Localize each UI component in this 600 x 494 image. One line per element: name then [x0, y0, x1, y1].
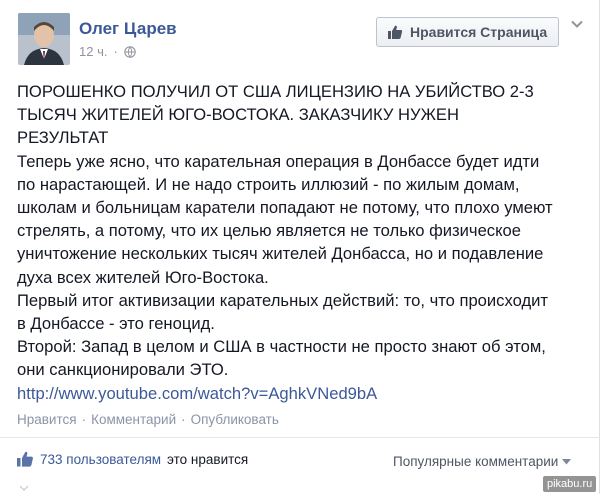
- like-action[interactable]: Нравится: [17, 412, 77, 427]
- body-line: они санкционировали ЭТО.: [17, 360, 229, 380]
- post-actions: Нравится · Комментарий · Опубликовать: [17, 412, 279, 427]
- caret-down-icon: [562, 458, 572, 464]
- facebook-post-card: Олег Царев 12 ч. · Нравится Страница ПОР…: [0, 0, 600, 494]
- action-separator: ·: [181, 412, 186, 427]
- comment-sort-dropdown[interactable]: Популярные комментарии: [393, 454, 572, 469]
- globe-icon: [124, 45, 136, 58]
- body-line: Второй: Запад в целом и США в частности …: [17, 337, 546, 357]
- body-line: Теперь уже ясно, что карательная операци…: [17, 151, 540, 171]
- post-timestamp[interactable]: 12 ч.: [79, 44, 107, 59]
- likes-summary: 733 пользователям это нравится: [16, 450, 248, 468]
- likes-suffix: это нравится: [167, 451, 249, 467]
- divider: [0, 437, 600, 438]
- author-name[interactable]: Олег Царев: [79, 19, 177, 39]
- like-page-label: Нравится Страница: [410, 24, 548, 40]
- body-line: стрелять, а потому, что их целью являетс…: [17, 221, 522, 241]
- action-separator: ·: [81, 412, 87, 427]
- sort-label: Популярные комментарии: [393, 454, 559, 469]
- body-line: школам и больницам каратели попадают не …: [17, 198, 553, 218]
- chevron-down-icon[interactable]: [570, 17, 584, 31]
- post-meta: 12 ч. ·: [79, 44, 136, 59]
- body-line: духа всех жителей Юго-Востока.: [17, 267, 269, 287]
- thumbs-up-icon: [388, 25, 403, 39]
- body-line: уничтожение нескольких тысяч жителей Дон…: [17, 244, 544, 264]
- likes-count-link[interactable]: 733 пользователям: [40, 452, 161, 467]
- body-line: в Донбассе - это геноцид.: [17, 314, 215, 334]
- body-line: по нарастающей. И не надо строить иллюзи…: [17, 174, 520, 194]
- post-body: ПОРОШЕНКО ПОЛУЧИЛ ОТ США ЛИЦЕНЗИЮ НА УБИ…: [17, 80, 587, 405]
- comment-box-icon: [20, 485, 29, 491]
- author-avatar[interactable]: [18, 13, 70, 65]
- headline-line: РЕЗУЛЬТАТ: [17, 128, 109, 148]
- separator-dot: ·: [113, 44, 118, 59]
- like-icon: [17, 451, 33, 467]
- share-action[interactable]: Опубликовать: [191, 412, 279, 427]
- watermark: pikabu.ru: [543, 476, 597, 492]
- like-page-button[interactable]: Нравится Страница: [376, 17, 559, 47]
- headline-line: ТЫСЯЧ ЖИТЕЛЕЙ ЮГО-ВОСТОКА. ЗАКАЗЧИКУ НУЖ…: [17, 105, 459, 125]
- headline-line: ПОРОШЕНКО ПОЛУЧИЛ ОТ США ЛИЦЕНЗИЮ НА УБИ…: [17, 82, 534, 101]
- body-line: Первый итог активизации карательных дейс…: [17, 290, 549, 310]
- comment-action[interactable]: Комментарий: [91, 412, 176, 427]
- youtube-link[interactable]: http://www.youtube.com/watch?v=AghkVNed9…: [17, 382, 587, 405]
